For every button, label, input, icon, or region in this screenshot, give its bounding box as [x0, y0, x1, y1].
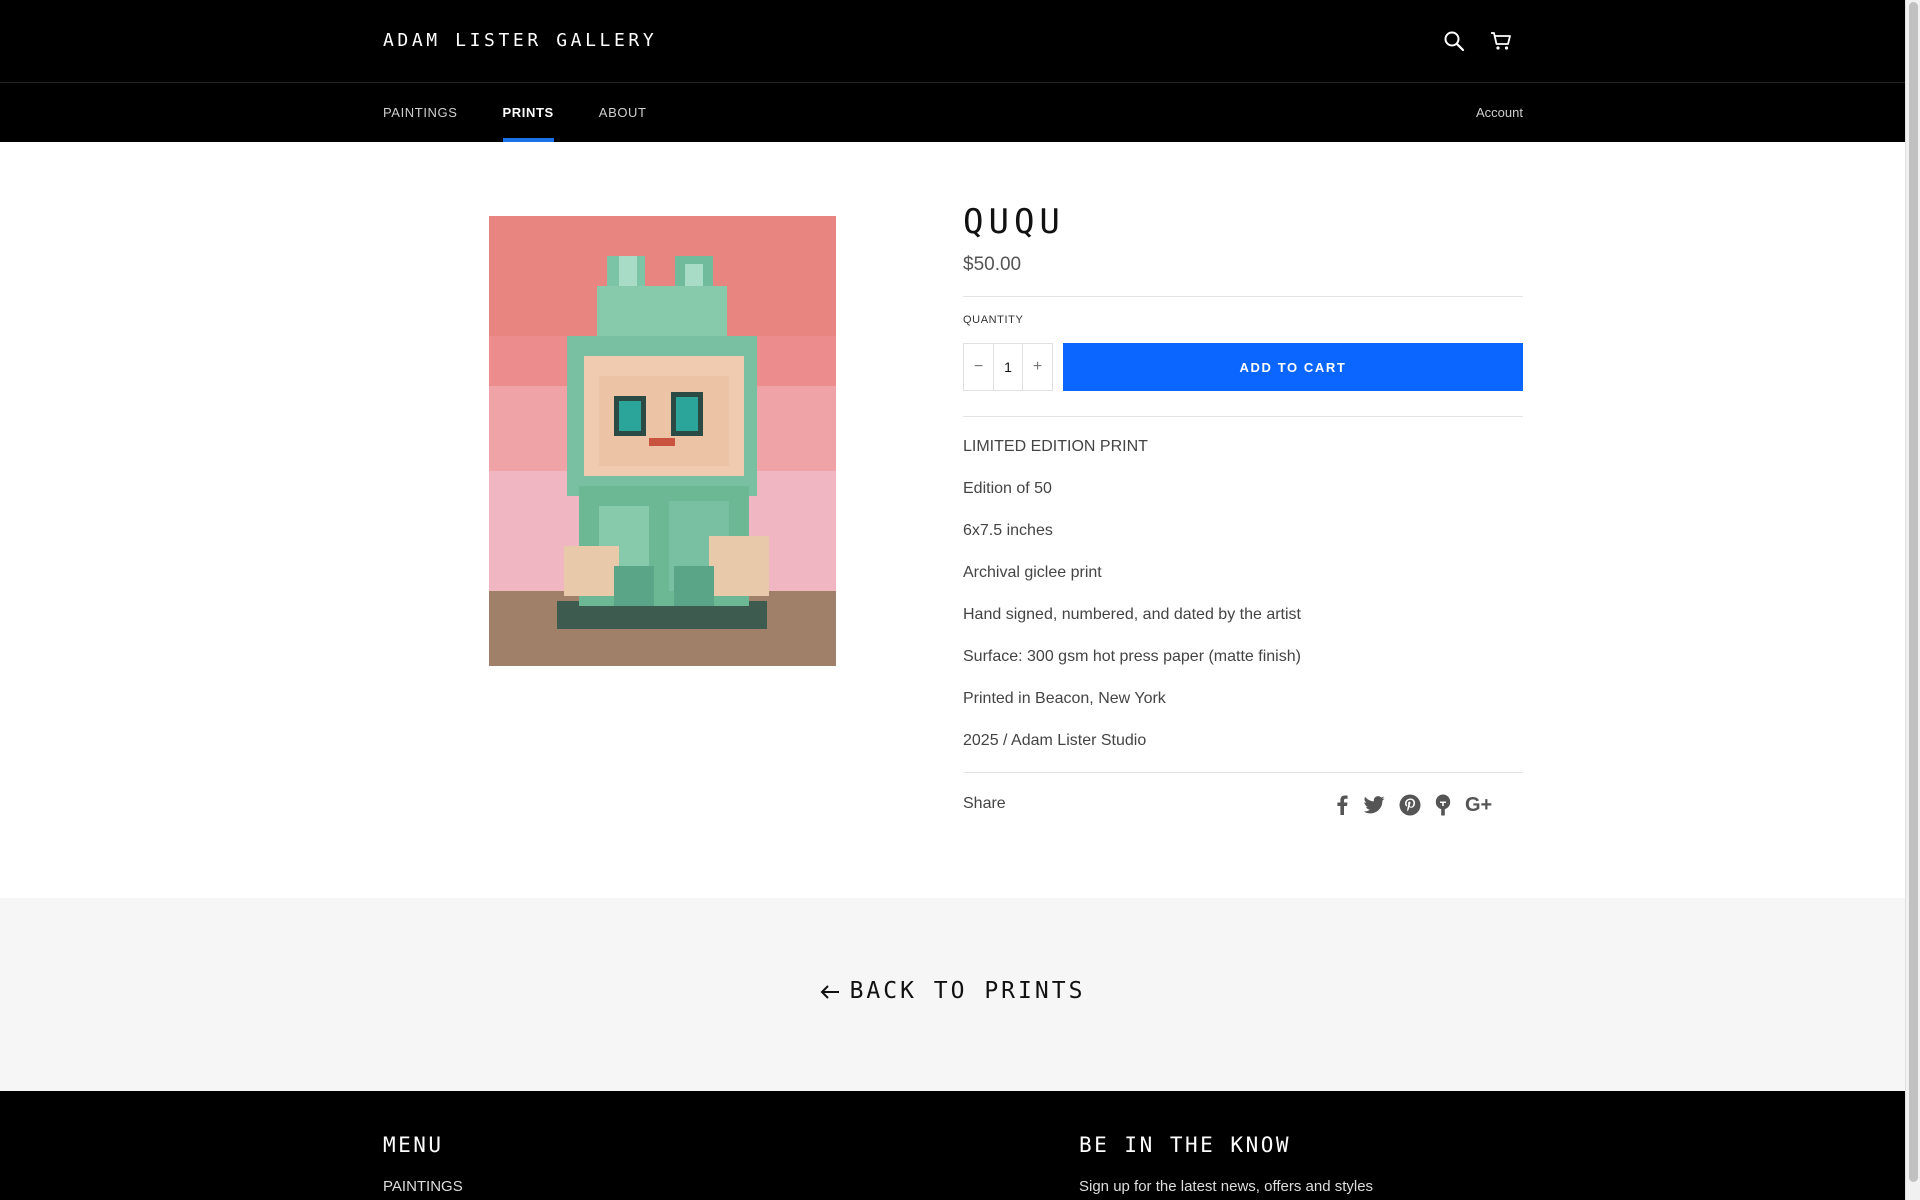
description-line: Hand signed, numbered, and dated by the … — [963, 606, 1301, 623]
facebook-icon[interactable] — [1335, 792, 1349, 818]
quantity-increment-button[interactable]: + — [1023, 344, 1052, 390]
product-image[interactable] — [489, 216, 836, 666]
product-price: $50.00 — [963, 254, 1022, 275]
description-line: Edition of 50 — [963, 480, 1052, 497]
description-line: LIMITED EDITION PRINT — [963, 438, 1148, 455]
quantity-stepper: − 1 + — [963, 343, 1053, 391]
main-nav: PAINTINGS PRINTS ABOUT — [383, 83, 692, 142]
site-logo[interactable]: ADAM LISTER GALLERY — [383, 30, 657, 51]
share-label: Share — [963, 795, 1006, 812]
description-line: Archival giclee print — [963, 564, 1102, 581]
description-line: Printed in Beacon, New York — [963, 690, 1166, 707]
quantity-input[interactable]: 1 — [993, 344, 1023, 390]
site-header: ADAM LISTER GALLERY PAINTINGS PRINTS ABO… — [0, 0, 1905, 142]
footer-link-paintings[interactable]: PAINTINGS — [383, 1178, 463, 1195]
google-plus-icon[interactable]: G+ — [1465, 792, 1492, 818]
share-icons: G+ — [1335, 792, 1506, 818]
scrollbar-thumb[interactable] — [1909, 2, 1918, 1182]
product-description: LIMITED EDITION PRINT Edition of 50 6x7.… — [963, 436, 1301, 772]
divider — [963, 296, 1523, 297]
divider — [963, 772, 1523, 773]
nav-item-prints[interactable]: PRINTS — [502, 83, 555, 142]
account-link[interactable]: Account — [1476, 83, 1523, 142]
add-to-cart-button[interactable]: ADD TO CART — [1063, 343, 1523, 391]
quantity-label: QUANTITY — [963, 314, 1024, 326]
divider — [963, 416, 1523, 417]
site-footer: MENU BE IN THE KNOW PAINTINGS Sign up fo… — [0, 1091, 1905, 1200]
header-divider — [0, 82, 1905, 83]
back-to-prints-label: BACK TO PRINTS — [849, 978, 1086, 1004]
description-line: 6x7.5 inches — [963, 522, 1053, 539]
fancy-icon[interactable] — [1435, 792, 1451, 818]
back-to-prints-link[interactable]: BACK TO PRINTS — [0, 978, 1905, 1005]
product-title: QUQU — [963, 202, 1065, 242]
page: ADAM LISTER GALLERY PAINTINGS PRINTS ABO… — [0, 0, 1905, 1200]
cart-icon[interactable] — [1488, 28, 1514, 54]
nav-item-paintings[interactable]: PAINTINGS — [383, 83, 458, 142]
description-line: Surface: 300 gsm hot press paper (matte … — [963, 648, 1301, 665]
arrow-left-icon — [820, 979, 840, 1005]
quantity-decrement-button[interactable]: − — [964, 344, 993, 390]
page-scrollbar[interactable] — [1905, 0, 1920, 1200]
twitter-icon[interactable] — [1363, 792, 1385, 818]
description-line: 2025 / Adam Lister Studio — [963, 732, 1147, 749]
footer-newsletter-heading: BE IN THE KNOW — [1079, 1133, 1292, 1157]
newsletter-text: Sign up for the latest news, offers and … — [1079, 1178, 1374, 1195]
footer-menu-heading: MENU — [383, 1133, 444, 1157]
search-icon[interactable] — [1441, 28, 1467, 54]
nav-item-about[interactable]: ABOUT — [599, 83, 647, 142]
pinterest-icon[interactable] — [1399, 792, 1421, 818]
